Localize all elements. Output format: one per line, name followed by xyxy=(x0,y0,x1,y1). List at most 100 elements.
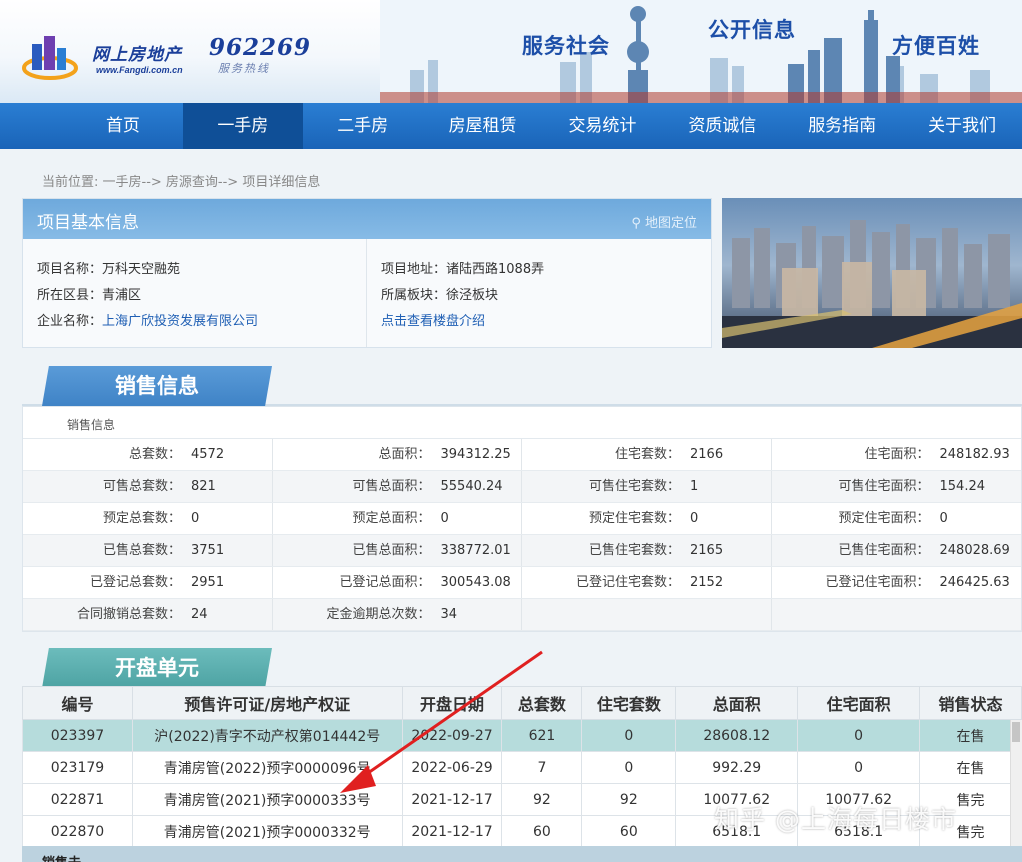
col-header-status[interactable]: 销售状态 xyxy=(919,686,1022,720)
project-address: 诸陆西路1088弄 xyxy=(446,262,545,277)
stat-value: 4572 xyxy=(191,447,225,462)
cell-status: 在售 xyxy=(919,719,1022,752)
stat-label: 已售住宅面积： xyxy=(838,543,930,558)
stat-value: 0 xyxy=(690,511,699,526)
stat-label: 定金逾期总次数： xyxy=(326,607,431,622)
stat-value: 2166 xyxy=(690,447,724,462)
stat-label: 可售总套数： xyxy=(102,479,181,494)
nav-item-statistics[interactable]: 交易统计 xyxy=(543,103,663,149)
slogan-public-info: 公开信息 xyxy=(708,17,796,42)
stat-label: 已售总面积： xyxy=(352,543,431,558)
open-tab-band: 开盘单元 xyxy=(22,648,1022,688)
watermark-text: 知乎 @上海每日楼市 xyxy=(714,805,957,834)
project-company-link[interactable]: 上海广欣投资发展有限公司 xyxy=(102,314,258,329)
stat-value: 248182.93 xyxy=(939,447,1010,462)
nav-item-guide[interactable]: 服务指南 xyxy=(782,103,902,149)
project-district: 青浦区 xyxy=(102,288,142,303)
table-row[interactable]: 023179 青浦房管(2022)预字0000096号 2022-06-29 7… xyxy=(22,751,1022,784)
breadcrumb: 当前位置: 一手房--> 房源查询--> 项目详细信息 xyxy=(42,175,321,190)
stat-value: 394312.25 xyxy=(440,447,511,462)
sales-row: 已登记总套数： 2951 已登记总面积： 300543.08 已登记住宅套数： 215… xyxy=(23,567,1021,599)
stat-value: 2951 xyxy=(191,575,225,590)
nav-item-rental[interactable]: 房屋租赁 xyxy=(423,103,543,149)
project-info-panel: 项目基本信息 ⚲ 地图定位 项目名称：万科天空融苑 所在区县：青浦区 企业名称：… xyxy=(22,198,712,348)
cell-residential-units: 0 xyxy=(581,751,677,784)
stat-label: 合同撤销总套数： xyxy=(76,607,181,622)
project-info-title: 项目基本信息 xyxy=(37,213,139,233)
col-header-total-area[interactable]: 总面积 xyxy=(675,686,799,720)
project-address-row: 项目地址：诸陆西路1088弄 xyxy=(381,257,544,283)
cell-residential-units: 60 xyxy=(581,815,677,848)
cell-total-area: 28608.12 xyxy=(675,719,799,752)
logo-icon[interactable] xyxy=(22,30,78,80)
main-nav: 首页 一手房 二手房 房屋租赁 交易统计 资质诚信 服务指南 关于我们 xyxy=(0,103,1022,149)
table-scrollbar-thumb[interactable] xyxy=(1012,722,1020,742)
stat-value: 2165 xyxy=(690,543,724,558)
cell-permit[interactable]: 青浦房管(2021)预字0000333号 xyxy=(131,783,403,816)
stat-value: 34 xyxy=(440,607,458,622)
stat-value: 1 xyxy=(690,479,699,494)
stat-value: 154.24 xyxy=(939,479,986,494)
table-row[interactable]: 023397 沪(2022)青字不动产权第014442号 2022-09-27 … xyxy=(22,719,1022,752)
stat-value: 0 xyxy=(191,511,200,526)
table-header-row: 编号 预售许可证/房地产权证 开盘日期 总套数 住宅套数 总面积 住宅面积 销售… xyxy=(22,686,1022,720)
cell-permit[interactable]: 沪(2022)青字不动产权第014442号 xyxy=(131,719,403,752)
map-location-link[interactable]: ⚲ 地图定位 xyxy=(631,212,697,231)
nav-item-about[interactable]: 关于我们 xyxy=(902,103,1022,149)
cell-total-units: 7 xyxy=(501,751,583,784)
stat-value: 821 xyxy=(191,479,216,494)
stat-value: 3751 xyxy=(191,543,225,558)
nav-item-credentials[interactable]: 资质诚信 xyxy=(662,103,782,149)
cell-residential-units: 0 xyxy=(581,719,677,752)
tab-sales-info[interactable]: 销售信息 xyxy=(42,366,272,406)
cell-permit[interactable]: 青浦房管(2022)预字0000096号 xyxy=(131,751,403,784)
stat-value: 55540.24 xyxy=(440,479,503,494)
sales-row: 已售总套数： 3751 已售总面积： 338772.01 已售住宅套数： 2165 已… xyxy=(23,535,1021,567)
map-location-label: 地图定位 xyxy=(644,216,697,231)
col-header-id[interactable]: 编号 xyxy=(22,686,133,720)
cell-id: 022870 xyxy=(22,815,133,848)
project-name-row: 项目名称：万科天空融苑 xyxy=(37,257,352,283)
stat-label: 可售总面积： xyxy=(352,479,431,494)
sales-row: 预定总套数： 0 预定总面积： 0 预定住宅套数： 0 预定住宅面积： 0 xyxy=(23,503,1021,535)
col-header-residential-area[interactable]: 住宅面积 xyxy=(797,686,921,720)
nav-item-home[interactable]: 首页 xyxy=(63,103,183,149)
project-address-label: 项目地址： xyxy=(381,262,447,277)
stat-value: 0 xyxy=(939,511,948,526)
logo-url: www.Fangdi.com.cn xyxy=(96,65,183,75)
cell-total-units: 60 xyxy=(501,815,583,848)
stat-value: 246425.63 xyxy=(939,575,1010,590)
next-section-label: 销售去 xyxy=(42,852,81,862)
cell-total-units: 621 xyxy=(501,719,583,752)
location-pin-icon: ⚲ xyxy=(631,216,645,231)
cell-permit[interactable]: 青浦房管(2021)预字0000332号 xyxy=(131,815,403,848)
hotline-label: 服务热线 xyxy=(218,62,270,75)
cell-open-date: 2021-12-17 xyxy=(401,783,503,816)
col-header-residential-units[interactable]: 住宅套数 xyxy=(581,686,677,720)
project-district-row: 所在区县：青浦区 xyxy=(37,283,352,309)
project-intro-link[interactable]: 点击查看楼盘介绍 xyxy=(381,314,485,329)
project-block: 徐泾板块 xyxy=(446,288,499,303)
nav-item-resale[interactable]: 二手房 xyxy=(303,103,423,149)
site-header: 网上房地产 www.Fangdi.com.cn 962269 服务热线 服务社会… xyxy=(0,0,1022,103)
stat-label: 已登记总面积： xyxy=(339,575,431,590)
tab-open-units[interactable]: 开盘单元 xyxy=(42,648,272,688)
stat-label: 预定住宅套数： xyxy=(588,511,680,526)
stat-label: 预定总面积： xyxy=(352,511,431,526)
sales-info-sublabel: 销售信息 xyxy=(23,407,1021,439)
stat-label: 总套数： xyxy=(128,447,181,462)
nav-item-new-homes[interactable]: 一手房 xyxy=(182,103,303,149)
stat-value: 300543.08 xyxy=(440,575,511,590)
col-header-open-date[interactable]: 开盘日期 xyxy=(401,686,503,720)
col-header-total-units[interactable]: 总套数 xyxy=(501,686,583,720)
project-block-label: 所属板块： xyxy=(381,288,447,303)
cell-id: 023397 xyxy=(22,719,133,752)
logo-text[interactable]: 网上房地产 xyxy=(92,40,182,65)
project-info-header: 项目基本信息 ⚲ 地图定位 xyxy=(23,199,711,239)
cell-total-units: 92 xyxy=(501,783,583,816)
next-section-band xyxy=(22,846,1022,862)
project-name-label: 项目名称： xyxy=(37,262,103,277)
col-header-permit[interactable]: 预售许可证/房地产权证 xyxy=(131,686,403,720)
hotline-number: 962269 xyxy=(209,34,312,61)
stat-value: 338772.01 xyxy=(440,543,511,558)
